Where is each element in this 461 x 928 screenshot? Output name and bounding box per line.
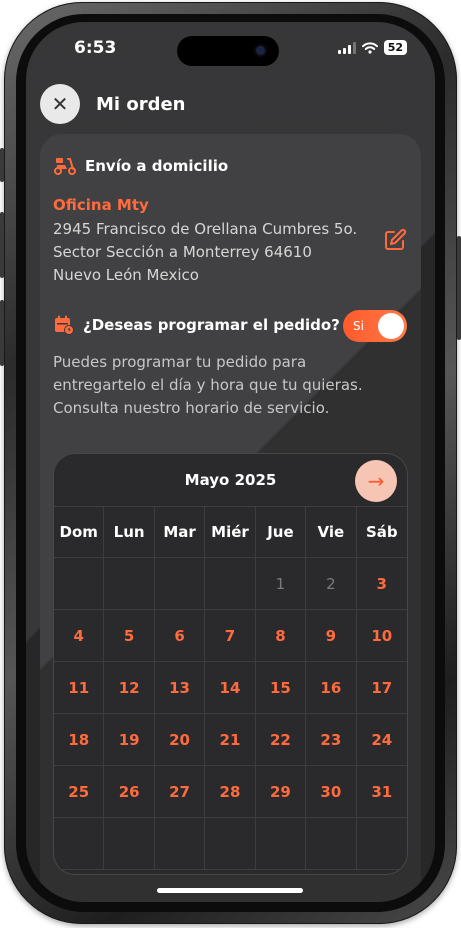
weekday-header: Miér [205,506,256,558]
header: ✕ Mi orden [40,84,186,124]
home-indicator [157,888,303,893]
edit-icon[interactable] [383,228,407,252]
scooter-icon [54,158,76,175]
empty-day-cell [54,558,105,610]
schedule-toggle[interactable]: Si [343,310,407,342]
delivery-header: Envío a domicilio [53,156,228,176]
schedule-header: ¿Deseas programar el pedido? [53,314,340,336]
calendar-grid: Dom Lun Mar Miér Jue Vie Sáb 1 2 3 4 5 6 7 8 9 10 11 12 13 1… [54,506,407,870]
schedule-question: ¿Deseas programar el pedido? [83,316,340,334]
calendar-day[interactable]: 30 [306,766,357,818]
calendar-day[interactable]: 5 [104,610,155,662]
calendar-day[interactable]: 10 [356,610,407,662]
empty-day-cell [154,558,206,610]
calendar-day[interactable]: 21 [205,714,256,766]
weekday-header: Sáb [356,506,407,558]
calendar-day: 1 [255,558,307,610]
calendar-day[interactable]: 24 [356,714,407,766]
screen: 6:53 52 ✕ Mi orden Envío a domicilio Ofi… [26,22,435,902]
empty-day-cell [306,818,357,870]
power-button [457,236,461,340]
calendar-day[interactable]: 27 [154,766,206,818]
calendar-day[interactable]: 4 [54,610,105,662]
address-line: Nuevo León Mexico [53,266,199,284]
calendar-day[interactable]: 29 [255,766,307,818]
empty-day-cell [205,818,256,870]
order-card: Envío a domicilio Oficina Mty 2945 Franc… [40,134,421,902]
calendar-day[interactable]: 14 [205,662,256,714]
calendar-day[interactable]: 19 [104,714,155,766]
calendar-day[interactable]: 18 [54,714,105,766]
calendar-clock-icon [55,315,74,335]
calendar-day[interactable]: 7 [205,610,256,662]
calendar-day[interactable]: 22 [255,714,307,766]
address-line: Sector Sección a Monterrey 64610 [53,243,312,261]
empty-day-cell [54,818,105,870]
calendar-day[interactable]: 25 [54,766,105,818]
weekday-header: Lun [104,506,155,558]
calendar-day[interactable]: 17 [356,662,407,714]
toggle-label: Si [353,319,364,333]
status-time: 6:53 [74,38,117,58]
dynamic-island [177,36,279,66]
weekday-header: Dom [54,506,105,558]
calendar-day[interactable]: 6 [154,610,206,662]
empty-day-cell [205,558,256,610]
calendar-day[interactable]: 8 [255,610,307,662]
calendar-month: Mayo 2025 [184,471,277,489]
arrow-right-icon: → [367,469,385,493]
delivery-label: Envío a domicilio [85,157,229,175]
calendar-day[interactable]: 31 [356,766,407,818]
address-name: Oficina Mty [53,196,149,214]
close-icon: ✕ [51,92,69,116]
address-line: 2945 Francisco de Orellana Cumbres 5o. [53,220,358,238]
page-title: Mi orden [96,93,186,115]
calendar-day[interactable]: 3 [356,558,407,610]
calendar-day[interactable]: 23 [306,714,357,766]
calendar-day[interactable]: 11 [54,662,105,714]
weekday-header: Jue [255,506,307,558]
empty-day-cell [104,818,155,870]
address-text: 2945 Francisco de Orellana Cumbres 5o. S… [53,218,373,287]
signal-icon [337,41,356,54]
schedule-description: Puedes programar tu pedido para entregar… [53,353,363,417]
calendar-day[interactable]: 9 [306,610,357,662]
next-month-button[interactable]: → [355,460,397,502]
wifi-icon [361,41,378,54]
calendar-day[interactable]: 15 [255,662,307,714]
calendar-header: Mayo 2025 → [54,454,407,506]
close-button[interactable]: ✕ [40,84,80,124]
calendar-day: 2 [306,558,357,610]
toggle-knob [378,313,404,339]
weekday-header: Mar [154,506,206,558]
status-indicators: 52 [337,40,407,55]
action-button [0,148,4,182]
empty-day-cell [356,818,407,870]
calendar-day[interactable]: 28 [205,766,256,818]
calendar-day[interactable]: 20 [154,714,206,766]
calendar-day[interactable]: 12 [104,662,155,714]
empty-day-cell [255,818,307,870]
battery-indicator: 52 [383,40,407,55]
calendar-day[interactable]: 16 [306,662,357,714]
camera-icon [256,46,265,55]
calendar: Mayo 2025 → Dom Lun Mar Miér Jue Vie Sáb 1 2 3 4 5 6… [53,453,408,875]
empty-day-cell [104,558,155,610]
volume-down-button [0,300,4,366]
empty-day-cell [154,818,206,870]
volume-up-button [0,212,4,278]
weekday-header: Vie [306,506,357,558]
calendar-day[interactable]: 26 [104,766,155,818]
calendar-day[interactable]: 13 [154,662,206,714]
